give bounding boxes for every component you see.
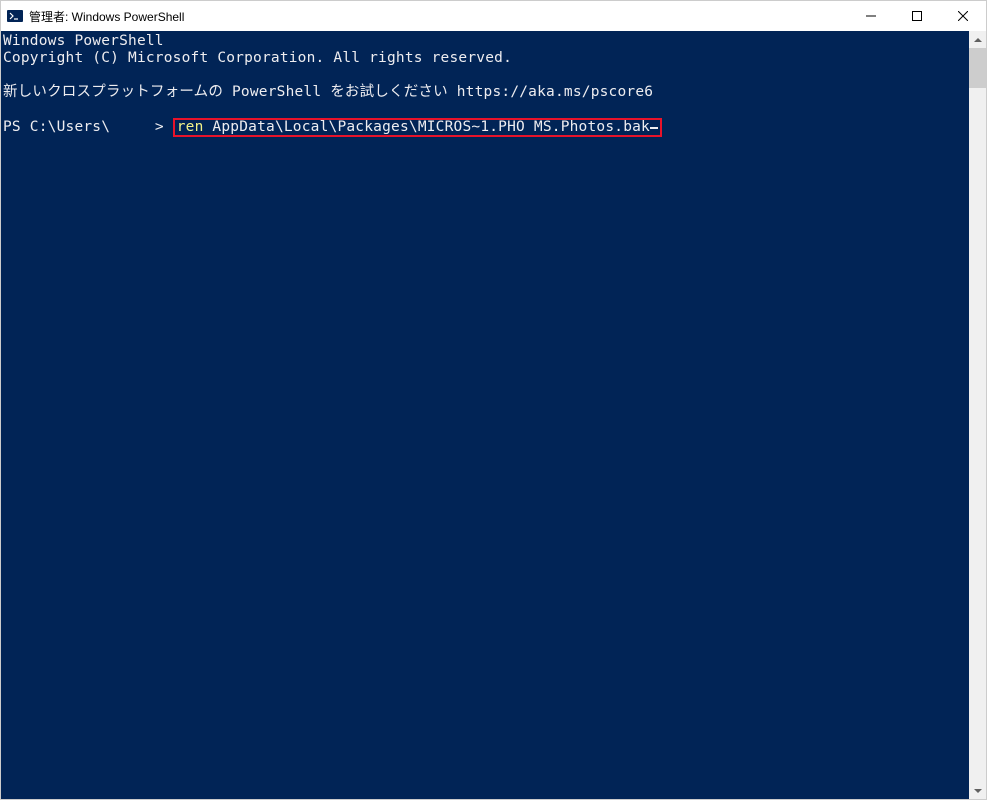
window-title: 管理者: Windows PowerShell <box>29 8 184 25</box>
command-highlight-box: ren AppData\Local\Packages\MICROS~1.PHO … <box>173 118 662 137</box>
prompt-line: PS C:\Users\ > ren AppData\Local\Package… <box>3 119 662 135</box>
scroll-up-arrow-icon[interactable] <box>969 31 986 48</box>
terminal-line-1: Windows PowerShell <box>3 33 164 49</box>
prompt-suffix: > <box>155 119 173 135</box>
command-args: AppData\Local\Packages\MICROS~1.PHO MS.P… <box>204 119 651 135</box>
content-area: Windows PowerShell Copyright (C) Microso… <box>1 31 986 799</box>
cursor <box>650 127 658 129</box>
scroll-thumb[interactable] <box>969 48 986 88</box>
titlebar[interactable]: 管理者: Windows PowerShell <box>1 1 986 31</box>
powershell-window: 管理者: Windows PowerShell Windows PowerShe… <box>0 0 987 800</box>
prompt-path: PS C:\Users\ <box>3 119 110 135</box>
maximize-button[interactable] <box>894 1 940 31</box>
close-button[interactable] <box>940 1 986 31</box>
vertical-scrollbar[interactable] <box>969 31 986 799</box>
minimize-button[interactable] <box>848 1 894 31</box>
terminal-line-2: Copyright (C) Microsoft Corporation. All… <box>3 50 512 66</box>
command-keyword: ren <box>177 119 204 135</box>
prompt-user <box>110 119 155 135</box>
terminal[interactable]: Windows PowerShell Copyright (C) Microso… <box>1 31 969 799</box>
scroll-down-arrow-icon[interactable] <box>969 782 986 799</box>
terminal-line-3: 新しいクロスプラットフォームの PowerShell をお試しください http… <box>3 84 653 100</box>
powershell-icon <box>7 8 23 24</box>
